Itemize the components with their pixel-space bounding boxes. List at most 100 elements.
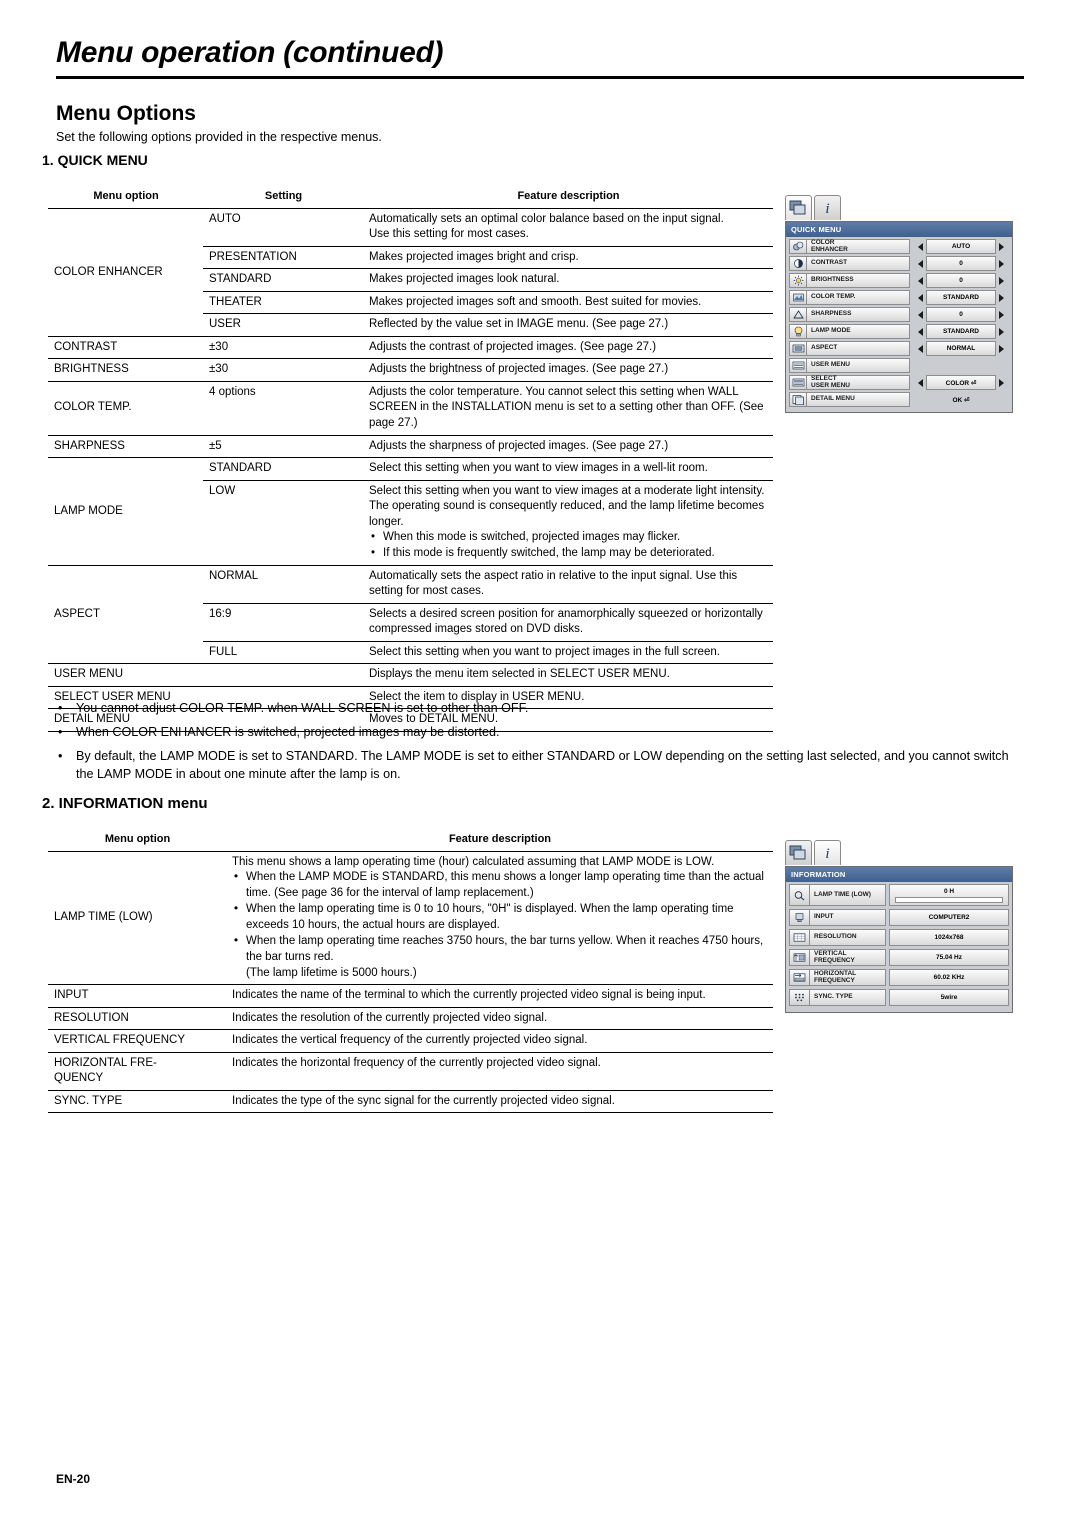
osd-value-control[interactable]: STANDARD bbox=[913, 324, 1009, 339]
table-header-row: Menu option Setting Feature description bbox=[48, 186, 773, 209]
osd-row-value-box: 60.02 KHz bbox=[889, 969, 1009, 986]
arrow-right-icon[interactable] bbox=[999, 310, 1004, 319]
description-bullets: When this mode is switched, projected im… bbox=[369, 530, 768, 562]
setting-cell: STANDARD bbox=[203, 457, 363, 481]
sync-type-icon bbox=[789, 989, 809, 1006]
lamp-mode-icon bbox=[789, 324, 806, 339]
osd-tab-image-icon[interactable] bbox=[785, 195, 812, 220]
arrow-right-icon[interactable] bbox=[999, 327, 1004, 336]
menu-option-cell: HORIZONTAL FRE- QUENCY bbox=[48, 1051, 226, 1091]
osd-row[interactable]: ASPECT NORMAL bbox=[789, 341, 1009, 356]
osd-row-label: LAMP TIME (LOW) bbox=[809, 884, 886, 906]
arrow-right-icon[interactable] bbox=[999, 344, 1004, 353]
feature-description-cell: This menu shows a lamp operating time (h… bbox=[226, 850, 773, 985]
vertical-frequency-icon bbox=[789, 949, 809, 966]
arrow-left-icon[interactable] bbox=[918, 327, 923, 336]
note-item: When COLOR ENHANCER is switched, project… bbox=[44, 724, 1029, 742]
arrow-left-icon[interactable] bbox=[918, 310, 923, 319]
osd-row-value: COLOR ⏎ bbox=[926, 375, 996, 390]
feature-description-cell: Indicates the vertical frequency of the … bbox=[226, 1029, 773, 1053]
table-row: LAMP MODE STANDARD Select this setting whe… bbox=[48, 457, 773, 566]
osd-row-label: SYNC. TYPE bbox=[809, 989, 886, 1006]
col-header-menu-option: Menu option bbox=[48, 186, 203, 209]
lamp-time-bar bbox=[894, 896, 1004, 903]
osd-row-label: USER MENU bbox=[806, 358, 910, 373]
menu-option-cell: INPUT bbox=[48, 984, 226, 1008]
osd-row[interactable]: BRIGHTNESS 0 bbox=[789, 273, 1009, 288]
osd-tab-image-icon[interactable] bbox=[785, 840, 812, 865]
svg-text:i: i bbox=[825, 846, 829, 862]
osd-value-control[interactable]: 0 bbox=[913, 256, 1009, 271]
osd-quick-body: QUICK MENU COLOR ENHANCER AUTO CONTRAST 0 BR… bbox=[785, 221, 1013, 413]
contrast-icon bbox=[789, 256, 806, 271]
osd-value-control[interactable]: NORMAL bbox=[913, 341, 1009, 356]
document-page: Menu operation (continued) Menu Options … bbox=[0, 0, 1080, 1526]
osd-value-control[interactable]: 0 bbox=[913, 273, 1009, 288]
arrow-left-icon[interactable] bbox=[918, 242, 923, 251]
table-row: HORIZONTAL FRE- QUENCY Indicates the hori… bbox=[48, 1051, 773, 1091]
osd-value-control[interactable]: AUTO bbox=[913, 239, 1009, 254]
description-bullets: When the LAMP MODE is STANDARD, this men… bbox=[232, 870, 768, 965]
osd-row: HORIZONTAL FREQUENCY 60.02 KHz bbox=[789, 969, 1009, 986]
setting-cell: 16:9 bbox=[203, 602, 363, 642]
menu-option-cell: SYNC. TYPE bbox=[48, 1089, 226, 1114]
osd-row: LAMP TIME (LOW) 0 H bbox=[789, 884, 1009, 906]
setting-cell: ±30 bbox=[203, 335, 363, 359]
setting-cell: 4 options bbox=[203, 380, 363, 436]
osd-row: INPUT COMPUTER2 bbox=[789, 909, 1009, 926]
osd-row-value: 0 bbox=[926, 256, 996, 271]
menu-option-cell: SHARPNESS bbox=[48, 434, 203, 458]
title-rule bbox=[56, 76, 1024, 79]
arrow-right-icon[interactable] bbox=[999, 293, 1004, 302]
feature-description-cell: Makes projected images bright and crisp. bbox=[363, 245, 773, 269]
osd-row-value bbox=[921, 358, 1001, 373]
osd-row[interactable]: SHARPNESS 0 bbox=[789, 307, 1009, 322]
color-temp-icon bbox=[789, 290, 806, 305]
arrow-right-icon[interactable] bbox=[999, 276, 1004, 285]
feature-description-cell: Automatically sets an optimal color bala… bbox=[363, 207, 773, 247]
horizontal-frequency-icon bbox=[789, 969, 809, 986]
page-footer: EN-20 bbox=[56, 1472, 91, 1486]
osd-row-value: OK ⏎ bbox=[952, 396, 970, 404]
arrow-left-icon[interactable] bbox=[918, 293, 923, 302]
feature-description-cell: Adjusts the sharpness of projected image… bbox=[363, 434, 773, 458]
osd-tab-information-icon[interactable]: i bbox=[814, 195, 841, 220]
feature-description-cell: Adjusts the brightness of projected imag… bbox=[363, 358, 773, 382]
menu-option-cell: ASPECT bbox=[48, 564, 203, 664]
osd-row[interactable]: USER MENU bbox=[789, 358, 1009, 373]
osd-value-control[interactable]: STANDARD bbox=[913, 290, 1009, 305]
arrow-left-icon[interactable] bbox=[918, 276, 923, 285]
osd-row[interactable]: COLOR TEMP. STANDARD bbox=[789, 290, 1009, 305]
menu-option-cell: RESOLUTION bbox=[48, 1006, 226, 1030]
feature-description-cell: Select this setting when you want to pro… bbox=[363, 640, 773, 664]
osd-row[interactable]: SELECT USER MENU COLOR ⏎ bbox=[789, 375, 1009, 390]
bullet-item: If this mode is frequently switched, the… bbox=[369, 546, 768, 562]
arrow-right-icon[interactable] bbox=[999, 242, 1004, 251]
arrow-left-icon[interactable] bbox=[918, 344, 923, 353]
setting-cell: FULL bbox=[203, 640, 363, 664]
bullet-item: When the lamp operating time reaches 375… bbox=[232, 934, 768, 966]
table-row: INPUT Indicates the name of the terminal … bbox=[48, 984, 773, 1008]
osd-row[interactable]: CONTRAST 0 bbox=[789, 256, 1009, 271]
arrow-right-icon[interactable] bbox=[999, 378, 1004, 387]
arrow-right-icon[interactable] bbox=[999, 259, 1004, 268]
osd-row-value: STANDARD bbox=[926, 290, 996, 305]
resolution-icon bbox=[789, 929, 809, 946]
osd-tab-information-icon[interactable]: i bbox=[814, 840, 841, 865]
osd-row[interactable]: DETAIL MENU OK ⏎ bbox=[789, 392, 1009, 407]
osd-value-control[interactable]: COLOR ⏎ bbox=[913, 375, 1009, 390]
feature-description-cell: Select this setting when you want to vie… bbox=[363, 457, 773, 481]
osd-row-value: STANDARD bbox=[926, 324, 996, 339]
col-header-feature-description: Feature description bbox=[226, 829, 773, 852]
description-tail: (The lamp lifetime is 5000 hours.) bbox=[246, 966, 417, 979]
setting-cell bbox=[203, 663, 363, 687]
arrow-left-icon[interactable] bbox=[918, 259, 923, 268]
osd-quick-menu: i QUICK MENU COLOR ENHANCER AUTO CONTRAST 0… bbox=[785, 195, 1013, 413]
osd-row[interactable]: COLOR ENHANCER AUTO bbox=[789, 239, 1009, 254]
menu-option-cell: USER MENU bbox=[48, 663, 203, 687]
table-row: COLOR ENHANCER AUTO Automatically sets an … bbox=[48, 207, 773, 337]
osd-row[interactable]: LAMP MODE STANDARD bbox=[789, 324, 1009, 339]
quick-menu-table: Menu option Setting Feature description … bbox=[48, 186, 773, 732]
osd-value-control[interactable]: 0 bbox=[913, 307, 1009, 322]
arrow-left-icon[interactable] bbox=[918, 378, 923, 387]
